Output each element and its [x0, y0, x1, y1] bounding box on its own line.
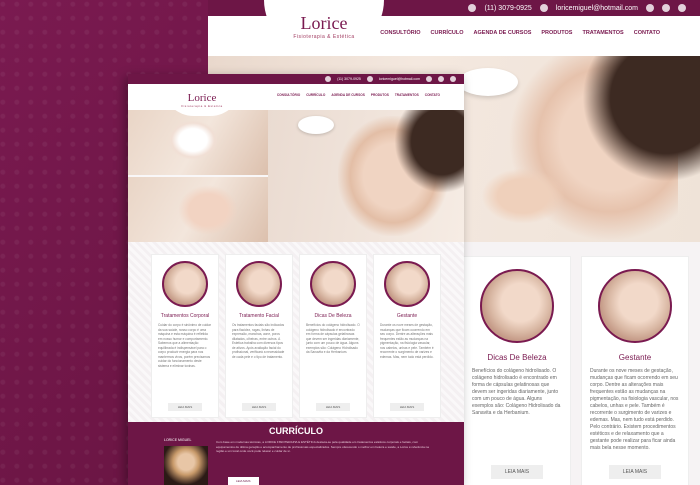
nav-item-consultorio[interactable]: CONSULTÓRIO: [380, 30, 420, 36]
cream-bowl-image: [298, 116, 334, 134]
facebook-icon[interactable]: [426, 76, 432, 82]
read-more-button[interactable]: LEIA MAIS: [167, 403, 203, 411]
card-text: Cuidar do corpo é sinônimo de cuidar da …: [158, 323, 211, 368]
card-title: Gestante: [618, 353, 652, 362]
hero-left-images: [128, 110, 268, 242]
card-tratamentos-corporal: Tratamentos Corporal Cuidar do corpo é s…: [151, 254, 219, 418]
card-image: [384, 261, 430, 307]
nav-item-consultorio[interactable]: CONSULTÓRIO: [277, 93, 300, 97]
phone-icon: [325, 76, 332, 82]
facebook-icon[interactable]: [646, 4, 654, 12]
brand-tagline: Fisioterapia & Estética: [293, 33, 355, 40]
instagram-icon[interactable]: [438, 76, 444, 82]
nav-item-agenda[interactable]: AGENDA DE CURSOS: [331, 93, 365, 97]
curriculo-section: CURRÍCULO LORICE MIGUEL Com base em mode…: [128, 422, 464, 485]
brand-tagline: Fisioterapia & Estética: [181, 104, 223, 108]
card-image: [310, 261, 356, 307]
card-text: Durante os nove meses de gestação, mudan…: [380, 323, 434, 359]
read-more-button[interactable]: LEIA MAIS: [315, 403, 351, 411]
email-address[interactable]: loricemiguel@hotmail.com: [379, 77, 420, 81]
curriculo-text: Com base em modernas técnicas, a LORICE …: [216, 440, 429, 453]
read-more-button[interactable]: LEIA MAIS: [228, 477, 259, 485]
card-image: [236, 261, 282, 307]
email-address[interactable]: loricemiguel@hotmail.com: [556, 5, 638, 12]
read-more-button[interactable]: LEIA MAIS: [490, 465, 544, 479]
card-text: Benefícios do colágeno hidrolisado. O co…: [306, 323, 360, 354]
nav-item-tratamentos[interactable]: TRATAMENTOS: [582, 30, 623, 36]
card-text: Os tratamentos faciais são indicados par…: [232, 323, 285, 359]
phone-number: (11) 3079-0925: [484, 4, 532, 12]
facial-mask-image: [128, 110, 268, 175]
person-photo: [164, 446, 208, 485]
card-dicas-de-beleza: Dicas De Beleza Benefícios do colágeno h…: [299, 254, 367, 418]
instagram-icon[interactable]: [662, 4, 670, 12]
card-image: [162, 261, 208, 307]
hero-hand-image: [478, 166, 568, 226]
desktop-mockup-small: (11) 3079-0925 loricemiguel@hotmail.com …: [128, 74, 464, 485]
nav-menu: CONSULTÓRIO CURRÍCULO AGENDA DE CURSOS P…: [380, 30, 660, 36]
nav-menu: CONSULTÓRIO CURRÍCULO AGENDA DE CURSOS P…: [277, 93, 440, 97]
service-cards: Tratamentos Corporal Cuidar do corpo é s…: [128, 242, 464, 422]
nav-item-contato[interactable]: CONTATO: [425, 93, 440, 97]
card-text: Benefícios do colágeno hidrolisado. O co…: [472, 368, 561, 416]
phone-number: (11) 3079-0925: [337, 77, 361, 81]
twitter-icon[interactable]: [678, 4, 686, 12]
card-gestante: Gestante Durante os nove meses de gestaç…: [373, 254, 441, 418]
card-title: Dicas De Beleza: [487, 353, 547, 362]
facial-treatment-image: [128, 177, 268, 242]
mail-icon: [539, 4, 548, 12]
hero-collage: [128, 110, 464, 242]
read-more-button[interactable]: LEIA MAIS: [608, 465, 662, 479]
card-dicas-de-beleza: Dicas De Beleza Benefícios do colágeno h…: [463, 256, 571, 485]
phone-icon: [468, 4, 477, 12]
hero-main-image: [268, 110, 464, 242]
nav-item-agenda[interactable]: AGENDA DE CURSOS: [474, 30, 532, 36]
nav-item-curriculo[interactable]: CURRÍCULO: [431, 30, 464, 36]
nav-item-tratamentos[interactable]: TRATAMENTOS: [395, 93, 419, 97]
mail-icon: [366, 76, 373, 82]
person-name: LORICE MIGUEL: [164, 438, 192, 442]
read-more-button[interactable]: LEIA MAIS: [241, 403, 277, 411]
nav-item-produtos[interactable]: PRODUTOS: [541, 30, 572, 36]
section-title: CURRÍCULO: [269, 426, 323, 436]
brand-name: Lorice: [300, 12, 348, 33]
brand-name: Lorice: [187, 92, 217, 104]
card-gestante: Gestante Durante os nove meses de gestaç…: [581, 256, 689, 485]
nav-item-produtos[interactable]: PRODUTOS: [371, 93, 389, 97]
card-text: Durante os nove meses de gestação, mudan…: [590, 368, 679, 451]
nav-item-contato[interactable]: CONTATO: [634, 30, 660, 36]
card-tratamento-facial: Tratamento Facial Os tratamentos faciais…: [225, 254, 293, 418]
nav-item-curriculo[interactable]: CURRÍCULO: [306, 93, 325, 97]
main-navbar: Lorice Fisioterapia & Estética CONSULTÓR…: [128, 84, 464, 116]
read-more-button[interactable]: LEIA MAIS: [389, 403, 425, 411]
card-image: [480, 269, 554, 343]
hero-hair-image: [568, 56, 700, 196]
card-image: [598, 269, 672, 343]
hero-hair-image: [388, 110, 464, 200]
top-contact-bar: (11) 3079-0925 loricemiguel@hotmail.com: [128, 74, 464, 84]
service-cards: Dicas De Beleza Benefícios do colágeno h…: [463, 256, 700, 485]
twitter-icon[interactable]: [450, 76, 456, 82]
